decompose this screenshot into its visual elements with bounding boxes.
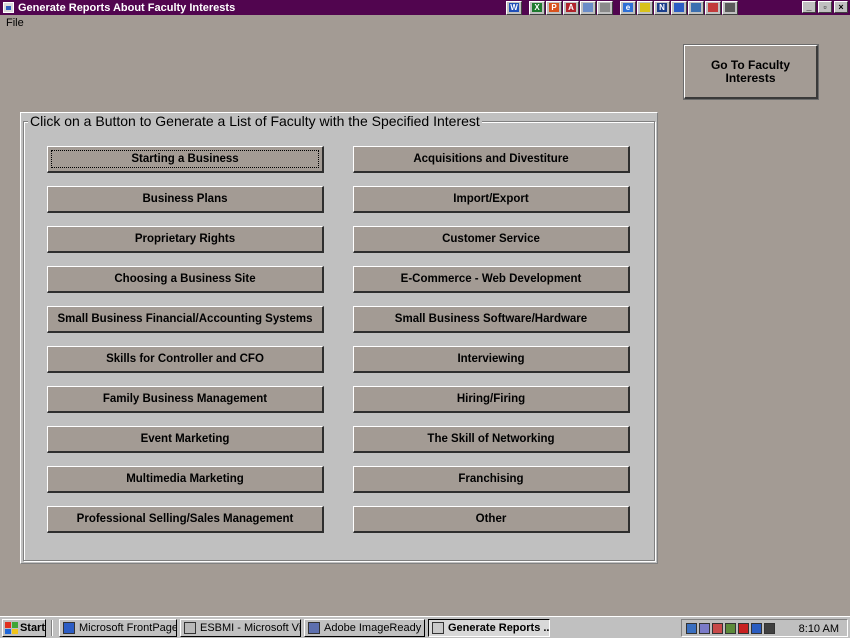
interest-button-left-7[interactable]: Family Business Management: [47, 386, 324, 413]
minimize-button[interactable]: _: [802, 1, 816, 13]
menu-file[interactable]: File: [6, 17, 24, 29]
monitor-icon[interactable]: [686, 622, 697, 634]
close-button[interactable]: ×: [834, 1, 848, 13]
form-icon: [432, 622, 444, 634]
find-icon[interactable]: [580, 0, 596, 15]
app-icon[interactable]: [3, 2, 14, 13]
powerpoint-icon[interactable]: P: [546, 0, 562, 15]
network-tray-icon[interactable]: [699, 622, 710, 634]
taskbar-button-label: Microsoft FrontPage - C...: [79, 622, 177, 634]
powerpoint-icon-glyph: P: [549, 3, 559, 12]
taskbar-button-3[interactable]: Adobe ImageReady: [304, 619, 425, 637]
plug-icon[interactable]: [725, 622, 736, 634]
access-icon-glyph: A: [566, 3, 576, 12]
taskbar-button-label: Adobe ImageReady: [324, 622, 422, 634]
pointer-icon[interactable]: [722, 0, 738, 15]
n-icon-glyph: N: [657, 3, 667, 12]
taskbar-button-label: Generate Reports ...: [448, 622, 550, 634]
word-icon-glyph: W: [509, 3, 519, 12]
messenger-icon[interactable]: [751, 622, 762, 634]
network-icon-glyph: [674, 3, 684, 12]
taskbar: Start Microsoft FrontPage - C... ESBMI - …: [0, 616, 850, 638]
interest-button-left-2[interactable]: Business Plans: [47, 186, 324, 213]
interest-button-left-3[interactable]: Proprietary Rights: [47, 226, 324, 253]
office-icon[interactable]: [597, 0, 613, 15]
norton-icon-glyph: [640, 3, 650, 12]
go-to-faculty-interests-button[interactable]: Go To Faculty Interests: [683, 44, 819, 100]
interest-button-right-1[interactable]: Acquisitions and Divestiture: [353, 146, 630, 173]
interest-button-right-2[interactable]: Import/Export: [353, 186, 630, 213]
interest-panel: Click on a Button to Generate a List of …: [20, 112, 658, 564]
interest-button-left-5[interactable]: Small Business Financial/Accounting Syst…: [47, 306, 324, 333]
interest-button-left-10[interactable]: Professional Selling/Sales Management: [47, 506, 324, 533]
taskbar-button-label: ESBMI - Microsoft Visu...: [200, 622, 300, 634]
internet-explorer-icon-glyph: e: [623, 3, 633, 12]
title-bar[interactable]: Generate Reports About Faculty Interests…: [0, 0, 850, 15]
interest-button-right-6[interactable]: Interviewing: [353, 346, 630, 373]
interest-button-left-8[interactable]: Event Marketing: [47, 426, 324, 453]
document-icon-glyph: [691, 3, 701, 12]
window-title: Generate Reports About Faculty Interests: [18, 1, 236, 14]
interest-button-left-6[interactable]: Skills for Controller and CFO: [47, 346, 324, 373]
clock[interactable]: 8:10 AM: [799, 623, 839, 635]
office-icon-glyph: [600, 3, 610, 12]
interest-group-box: Click on a Button to Generate a List of …: [23, 113, 655, 561]
tools-icon[interactable]: [705, 0, 721, 15]
pen-icon[interactable]: [712, 622, 723, 634]
pointer-icon-glyph: [725, 3, 735, 12]
n-icon[interactable]: N: [654, 0, 670, 15]
word-icon[interactable]: W: [506, 0, 522, 15]
interest-button-right-4[interactable]: E-Commerce - Web Development: [353, 266, 630, 293]
start-label: Start: [19, 622, 45, 634]
taskbar-button-1[interactable]: Microsoft FrontPage - C...: [59, 619, 177, 637]
interest-button-right-10[interactable]: Other: [353, 506, 630, 533]
quick-launch-toolbar: W XPAe N: [506, 0, 738, 15]
taskbar-button-4[interactable]: Generate Reports ...: [428, 619, 550, 637]
network-icon[interactable]: [671, 0, 687, 15]
excel-icon[interactable]: X: [529, 0, 545, 15]
start-button[interactable]: Start: [2, 619, 46, 637]
access-icon[interactable]: A: [563, 0, 579, 15]
norton-icon[interactable]: [637, 0, 653, 15]
document-icon[interactable]: [688, 0, 704, 15]
system-tray: 8:10 AM: [681, 619, 848, 637]
excel-icon-glyph: X: [532, 3, 542, 12]
interest-button-left-1[interactable]: Starting a Business: [47, 146, 324, 173]
antivirus-icon[interactable]: [738, 622, 749, 634]
window-controls: _ ▫ ×: [802, 1, 848, 13]
imageready-icon: [308, 622, 320, 634]
interest-button-right-8[interactable]: The Skill of Networking: [353, 426, 630, 453]
taskbar-separator: [51, 620, 53, 636]
interest-button-right-5[interactable]: Small Business Software/Hardware: [353, 306, 630, 333]
interest-button-right-3[interactable]: Customer Service: [353, 226, 630, 253]
taskbar-button-2[interactable]: ESBMI - Microsoft Visu...: [180, 619, 301, 637]
interest-button-right-9[interactable]: Franchising: [353, 466, 630, 493]
windows-logo-icon: [5, 622, 18, 634]
frontpage-icon: [63, 622, 75, 634]
interest-button-left-9[interactable]: Multimedia Marketing: [47, 466, 324, 493]
visual-basic-icon: [184, 622, 196, 634]
menu-bar: File: [0, 15, 850, 32]
restore-button[interactable]: ▫: [818, 1, 832, 13]
group-label: Click on a Button to Generate a List of …: [28, 113, 482, 129]
display-icon[interactable]: [764, 622, 775, 634]
interest-button-right-7[interactable]: Hiring/Firing: [353, 386, 630, 413]
internet-explorer-icon[interactable]: e: [620, 0, 636, 15]
tools-icon-glyph: [708, 3, 718, 12]
find-icon-glyph: [583, 3, 593, 12]
interest-button-left-4[interactable]: Choosing a Business Site: [47, 266, 324, 293]
